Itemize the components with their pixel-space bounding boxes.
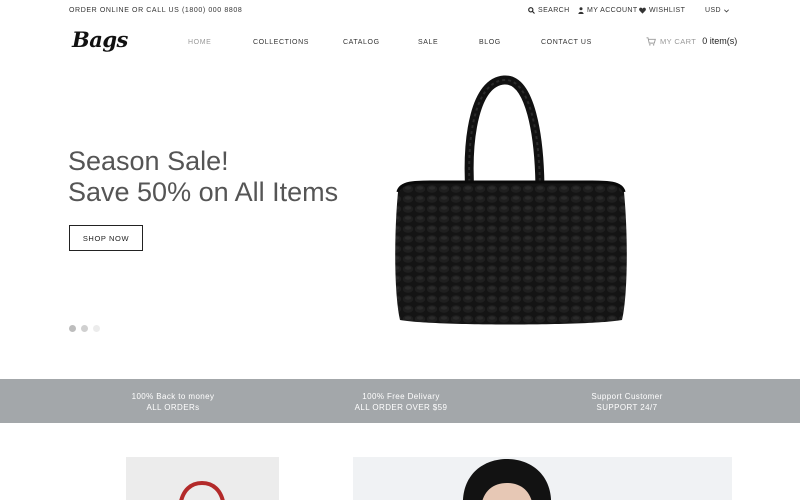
- my-account-link[interactable]: MY ACCOUNT: [578, 7, 638, 14]
- order-phone-text: ORDER ONLINE OR CALL US (1800) 000 8808: [69, 7, 243, 14]
- currency-selector[interactable]: USD: [705, 7, 729, 14]
- hero-title-line-1: Season Sale!: [68, 146, 229, 176]
- hero-slider: Season Sale! Save 50% on All Items SHOP …: [0, 64, 800, 379]
- promo-card-model[interactable]: [353, 457, 732, 500]
- promo-card-red-bag[interactable]: [126, 457, 279, 500]
- heart-icon: [639, 7, 646, 14]
- model-photo-image: [463, 459, 551, 500]
- feature-money-back: 100% Back to money ALL ORDERs: [73, 391, 273, 413]
- chevron-down-icon: [724, 8, 729, 13]
- hero-title: Season Sale! Save 50% on All Items: [68, 146, 338, 208]
- nav-contact-us[interactable]: CONTACT US: [541, 39, 592, 46]
- feature-support: Support Customer SUPPORT 24/7: [527, 391, 727, 413]
- feature-free-delivery-title: 100% Free Delivary: [362, 392, 440, 401]
- cart-count: 0 item(s): [702, 36, 738, 46]
- user-icon: [578, 7, 584, 14]
- site-logo[interactable]: Bags: [72, 27, 128, 52]
- features-band: 100% Back to money ALL ORDERs 100% Free …: [0, 379, 800, 423]
- red-bag-image: [179, 480, 225, 500]
- feature-free-delivery: 100% Free Delivary ALL ORDER OVER $59: [301, 391, 501, 413]
- feature-free-delivery-subtitle: ALL ORDER OVER $59: [354, 403, 448, 412]
- cart-link[interactable]: MY CART 0 item(s): [646, 36, 737, 46]
- currency-label: USD: [705, 7, 721, 14]
- cart-label: MY CART: [660, 36, 697, 46]
- nav-catalog[interactable]: CATALOG: [343, 39, 380, 46]
- nav-blog[interactable]: BLOG: [479, 39, 501, 46]
- nav-home[interactable]: HOME: [188, 39, 211, 46]
- slider-dot-2[interactable]: [81, 325, 88, 332]
- nav-sale[interactable]: SALE: [418, 39, 438, 46]
- feature-support-title: Support Customer: [591, 392, 663, 401]
- nav-collections[interactable]: COLLECTIONS: [253, 39, 309, 46]
- hero-title-line-2: Save 50% on All Items: [68, 177, 339, 207]
- black-tote-bag-image: [395, 75, 627, 325]
- search-label: SEARCH: [538, 7, 570, 14]
- feature-money-back-title: 100% Back to money: [131, 392, 215, 401]
- my-account-label: MY ACCOUNT: [587, 7, 638, 14]
- search-icon: [528, 7, 535, 14]
- main-header: Bags HOME COLLECTIONS CATALOG SALE BLOG …: [0, 24, 800, 64]
- featured-section: [0, 423, 800, 500]
- wishlist-label: WISHLIST: [649, 7, 686, 14]
- feature-support-subtitle: SUPPORT 24/7: [596, 403, 658, 412]
- cart-icon: [646, 36, 656, 46]
- slider-dot-3[interactable]: [93, 325, 100, 332]
- top-bar: ORDER ONLINE OR CALL US (1800) 000 8808 …: [0, 0, 800, 24]
- feature-money-back-subtitle: ALL ORDERs: [146, 403, 200, 412]
- slider-dot-1[interactable]: [69, 325, 76, 332]
- shop-now-button[interactable]: SHOP NOW: [69, 225, 143, 251]
- search-link[interactable]: SEARCH: [528, 7, 570, 14]
- slider-dots: [69, 325, 100, 332]
- wishlist-link[interactable]: WISHLIST: [639, 7, 685, 14]
